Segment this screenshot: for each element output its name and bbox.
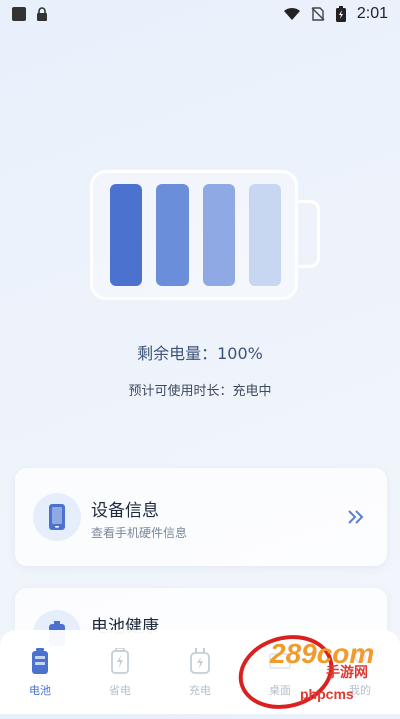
notification-square-icon <box>12 7 26 21</box>
battery-level-bar-3 <box>202 184 235 286</box>
battery-save-icon <box>111 648 129 674</box>
device-icon-circle <box>33 493 81 541</box>
phone-icon <box>49 504 65 530</box>
battery-charging-icon <box>335 6 346 22</box>
tab-battery[interactable]: 电池 <box>0 648 80 698</box>
device-info-title: 设备信息 <box>91 501 159 521</box>
status-bar-right: 2:01 <box>283 5 388 23</box>
tab-charging-label: 充电 <box>189 684 211 697</box>
double-chevron-right-icon[interactable] <box>347 509 365 525</box>
tab-battery-label: 电池 <box>29 684 51 697</box>
tab-charging[interactable]: 充电 <box>160 648 240 698</box>
battery-level-bar-2 <box>156 184 189 286</box>
watermark-url: phpcms <box>300 686 354 702</box>
status-bar-left <box>12 7 48 21</box>
battery-icon <box>32 648 48 674</box>
battery-level-bar-4 <box>248 184 281 286</box>
wifi-icon <box>283 7 300 20</box>
battery-tip <box>296 200 320 268</box>
device-info-subtitle: 查看手机硬件信息 <box>91 526 188 540</box>
no-sim-icon <box>311 7 325 21</box>
charger-icon <box>190 648 210 674</box>
watermark-sub: 手游网 <box>326 665 368 681</box>
status-time: 2:01 <box>356 5 388 22</box>
estimated-time-label: 预计可使用时长：充电中 <box>128 384 272 399</box>
device-info-card[interactable]: 设备信息 查看手机硬件信息 <box>15 468 387 566</box>
lock-icon <box>37 7 47 21</box>
tab-power-saving-label: 省电 <box>109 684 131 697</box>
tab-power-saving[interactable]: 省电 <box>80 648 160 698</box>
battery-level-bar-1 <box>110 184 143 286</box>
battery-body <box>90 170 298 300</box>
battery-graphic <box>90 170 330 302</box>
remaining-charge-label: 剩余电量：100% <box>137 344 263 363</box>
watermark-overlay: 289com 手游网 phpcms <box>230 624 380 719</box>
status-bar: 2:01 <box>0 0 400 28</box>
